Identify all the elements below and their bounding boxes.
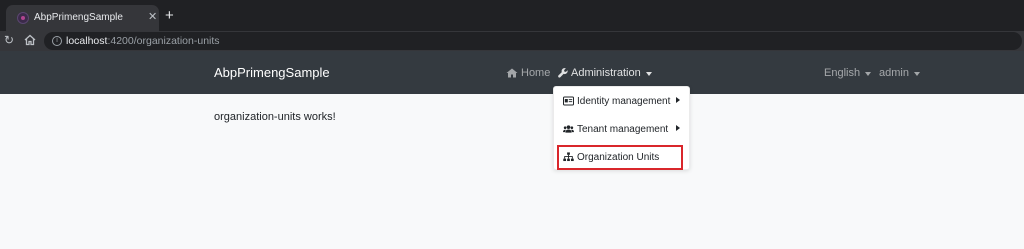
home-icon xyxy=(506,68,518,78)
reload-icon[interactable]: ↻ xyxy=(4,33,14,47)
language-dropdown[interactable]: English xyxy=(824,67,872,79)
chevron-down-icon xyxy=(913,71,920,76)
users-icon xyxy=(563,125,574,133)
chevron-right-icon xyxy=(676,125,680,131)
url-host: localhost xyxy=(66,35,108,47)
brand-link[interactable]: AbpPrimengSample xyxy=(214,65,330,80)
sitemap-icon xyxy=(563,152,574,162)
id-card-icon xyxy=(563,96,574,106)
user-dropdown[interactable]: admin xyxy=(879,67,920,79)
app-navbar: AbpPrimengSample Home Administration Eng… xyxy=(0,51,1024,94)
tab-title: AbpPrimengSample xyxy=(34,12,123,23)
url-text: localhost:4200/organization-units xyxy=(66,35,220,47)
nav-administration-dropdown[interactable]: Administration xyxy=(558,67,652,79)
menu-item-identity-management[interactable]: Identity management xyxy=(554,88,691,114)
menu-item-label: Tenant management xyxy=(577,124,669,135)
address-bar[interactable]: i localhost:4200/organization-units xyxy=(44,32,1022,50)
chevron-right-icon xyxy=(676,97,680,103)
menu-item-tenant-management[interactable]: Tenant management xyxy=(554,116,691,142)
menu-item-label: Organization Units xyxy=(577,152,660,163)
browser-tab-strip: AbpPrimengSample ✕ + xyxy=(0,0,1024,31)
chevron-down-icon xyxy=(645,71,652,76)
user-label: admin xyxy=(879,67,909,79)
chevron-down-icon xyxy=(865,71,872,76)
info-icon[interactable]: i xyxy=(52,36,62,46)
nav-home-link[interactable]: Home xyxy=(506,67,550,79)
nav-administration-label: Administration xyxy=(571,67,641,79)
language-label: English xyxy=(824,67,861,79)
nav-home-label: Home xyxy=(521,67,551,79)
favicon-icon xyxy=(17,12,29,24)
page-content-text: organization-units works! xyxy=(214,111,336,123)
browser-toolbar: ↻ i localhost:4200/organization-units xyxy=(0,31,1024,51)
tab-close-icon[interactable]: ✕ xyxy=(148,11,157,23)
administration-dropdown-menu: Identity management Tenant management Or… xyxy=(553,86,690,170)
browser-tab[interactable]: AbpPrimengSample ✕ xyxy=(6,5,159,31)
home-icon[interactable] xyxy=(24,34,36,46)
url-path: :4200/organization-units xyxy=(107,35,220,47)
menu-item-label: Identity management xyxy=(577,96,671,107)
new-tab-icon[interactable]: + xyxy=(165,8,174,23)
menu-item-organization-units[interactable]: Organization Units xyxy=(554,144,691,170)
wrench-icon xyxy=(558,68,568,78)
